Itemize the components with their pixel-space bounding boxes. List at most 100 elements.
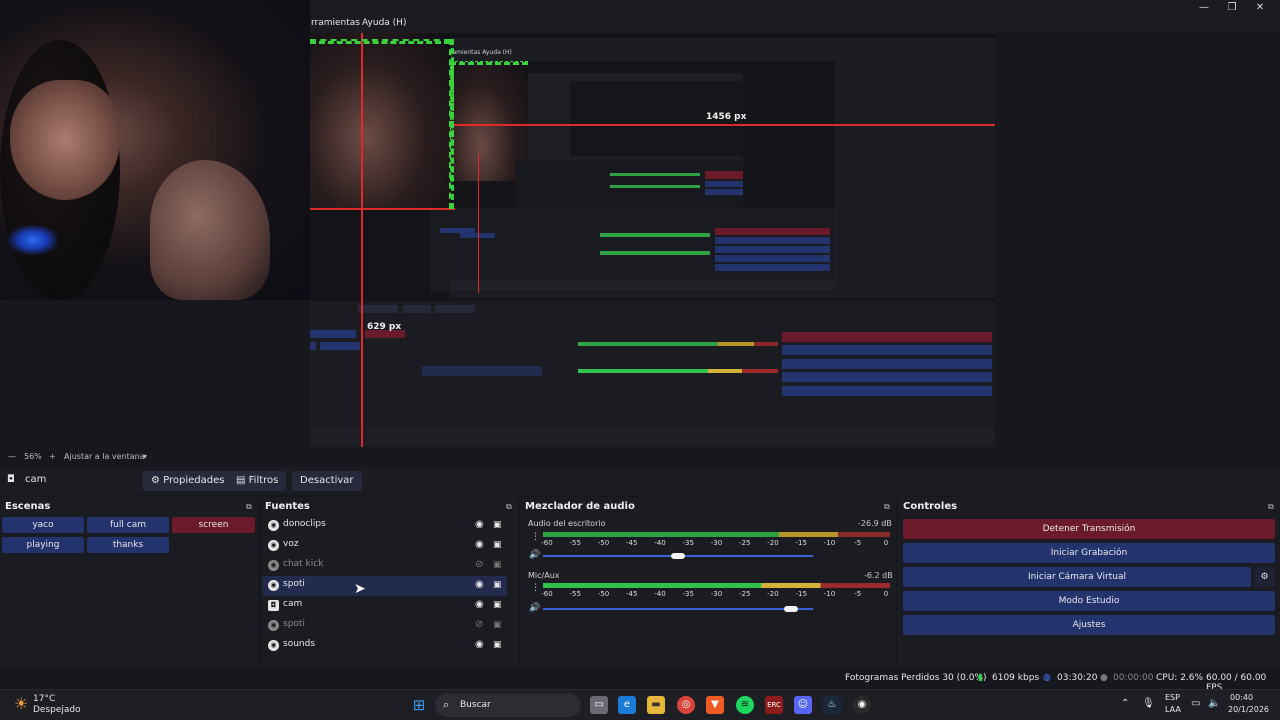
volume-fader-desktop[interactable] [543,553,813,559]
volume-icon[interactable]: 🔈 [1208,698,1220,709]
zoom-bar: — 56% + Ajustar a la ventana ▾ [0,449,1280,465]
scene-yaco[interactable]: yaco [2,517,84,533]
start-virtual-camera-button[interactable]: Iniciar Cámara Virtual [903,567,1251,587]
status-bar: Fotogramas Perdidos 30 (0.0%) ▮ 6109 kbp… [0,668,1280,693]
eye-icon[interactable]: ◉ [475,639,484,650]
dock-float-icon[interactable]: ⧉ [884,502,890,512]
meter-tick-label: -40 [654,590,666,598]
studio-mode-button[interactable]: Modo Estudio [903,591,1275,611]
speaker-icon[interactable]: 🔊 [529,550,540,560]
meter-tick-label: -35 [682,590,694,598]
close-button[interactable]: ✕ [1252,2,1268,14]
network-icon[interactable]: ▭ [1191,698,1200,709]
eye-icon[interactable]: ◉ [475,599,484,610]
lock-icon[interactable]: ▣ [493,580,502,590]
controls-title: Controles [903,501,958,512]
clock-time[interactable]: 00:40 [1230,693,1253,702]
menu-tools[interactable]: rramientas [311,18,360,28]
weather-temp: 17°C [33,694,56,704]
dock-float-icon[interactable]: ⧉ [1268,502,1274,512]
brave-icon[interactable]: ▼ [706,696,724,714]
stop-streaming-button[interactable]: Detener Transmisión [903,519,1275,539]
folder-icon[interactable]: ▬ [647,696,665,714]
volume-knob[interactable] [783,606,798,612]
source-item-spoti-2[interactable]: ◉ spoti ⊘ ▣ [263,616,507,636]
deactivate-button[interactable]: Desactivar [292,471,362,491]
lock-icon[interactable]: ▣ [493,540,502,550]
more-options-icon[interactable]: ⋮ [531,583,540,593]
zoom-fit-dropdown[interactable]: Ajustar a la ventana [64,452,145,461]
restore-button[interactable]: ❐ [1224,2,1240,14]
cpu-usage: CPU: 2.6% [1156,673,1204,683]
eye-hidden-icon[interactable]: ⊘ [475,619,483,630]
record-icon: ● [1100,673,1108,683]
windows-start-icon[interactable]: ⊞ [410,696,428,714]
settings-button[interactable]: Ajustes [903,615,1275,635]
source-item-cam[interactable]: ◘ cam ◉ ▣ [263,596,507,616]
filters-button[interactable]: ▤ Filtros [228,471,287,491]
lock-icon[interactable]: ▣ [493,520,502,530]
level-meter-desktop [543,532,890,537]
mixer-title: Mezclador de audio [525,501,635,512]
eye-icon[interactable]: ◉ [475,519,484,530]
zoom-in-button[interactable]: + [49,452,56,461]
scene-screen[interactable]: screen [172,517,255,533]
eye-icon[interactable]: ◉ [475,539,484,550]
properties-button[interactable]: ⚙ Propiedades [143,471,233,491]
source-item-donoclips[interactable]: ◉ donoclips ◉ ▣ [263,516,507,536]
source-item-voz[interactable]: ◉ voz ◉ ▣ [263,536,507,556]
edge-icon[interactable]: e [618,696,636,714]
spotify-icon[interactable]: ≋ [736,696,754,714]
obs-icon[interactable]: ◉ [853,696,871,714]
volume-fader-mic[interactable] [543,606,813,612]
clock-date[interactable]: 20/1/2026 [1228,705,1269,714]
browser-icon: ◉ [268,560,279,571]
discord-icon[interactable]: ☺ [794,696,812,714]
microphone-icon[interactable]: 🎙 [1142,698,1155,709]
meter-tick-label: -15 [795,539,807,547]
app-icon[interactable]: ERC [765,696,783,714]
record-time: 00:00:00 [1113,673,1154,683]
language-top[interactable]: ESP [1165,693,1180,702]
chevron-down-icon[interactable]: ▾ [143,452,147,461]
language-bottom[interactable]: LAA [1165,705,1181,714]
minimize-button[interactable]: — [1196,2,1212,14]
gear-icon[interactable]: ⚙ [1254,567,1275,587]
preview-canvas[interactable]: ramientas Ayuda (H) 1456 px 629 px [310,33,995,447]
measure-height-label: 629 px [367,322,402,332]
weather-desc: Despejado [33,705,81,715]
meter-ticks: -60 -55 -50 -45 -40 -35 -30 -25 -20 -15 -10 -5 0 [541,590,890,600]
meter-tick-label: -5 [854,539,862,547]
weather-icon: ☀ [14,694,29,713]
dock-float-icon[interactable]: ⧉ [246,502,252,512]
camera-icon: ◘ [268,600,279,611]
volume-knob[interactable] [671,553,685,559]
source-item-sounds[interactable]: ◉ sounds ◉ ▣ [263,636,507,656]
eye-hidden-icon[interactable]: ⊘ [475,559,483,570]
chrome-icon[interactable]: ◎ [677,696,695,714]
scene-playing[interactable]: playing [2,537,84,553]
eye-icon[interactable]: ◉ [475,579,484,590]
lock-icon[interactable]: ▣ [493,620,502,630]
lock-icon[interactable]: ▣ [493,640,502,650]
scene-thanks[interactable]: thanks [87,537,169,553]
task-view-icon[interactable]: ▭ [590,696,608,714]
lock-icon[interactable]: ▣ [493,560,502,570]
source-item-spoti[interactable]: ◉ spoti ◉ ▣ [263,576,507,596]
meter-tick-label: -50 [597,590,610,598]
start-recording-button[interactable]: Iniciar Grabación [903,543,1275,563]
source-item-chat-kick[interactable]: ◉ chat kick ⊘ ▣ [263,556,507,576]
steam-icon[interactable]: ♨ [823,696,841,714]
zoom-out-button[interactable]: — [8,452,16,461]
meter-tick-label: -5 [854,590,862,598]
speaker-icon[interactable]: 🔊 [529,603,540,613]
scene-full-cam[interactable]: full cam [87,517,169,533]
menu-help[interactable]: Ayuda (H) [362,18,406,28]
chevron-up-icon[interactable]: ⌃ [1121,698,1129,709]
bitrate: 6109 kbps [992,673,1040,683]
lock-icon[interactable]: ▣ [493,600,502,610]
search-bar[interactable]: ⌕ Buscar [435,694,581,717]
dock-float-icon[interactable]: ⧉ [506,502,512,512]
more-options-icon[interactable]: ⋮ [531,532,540,542]
meter-tick-label: 0 [883,539,889,547]
